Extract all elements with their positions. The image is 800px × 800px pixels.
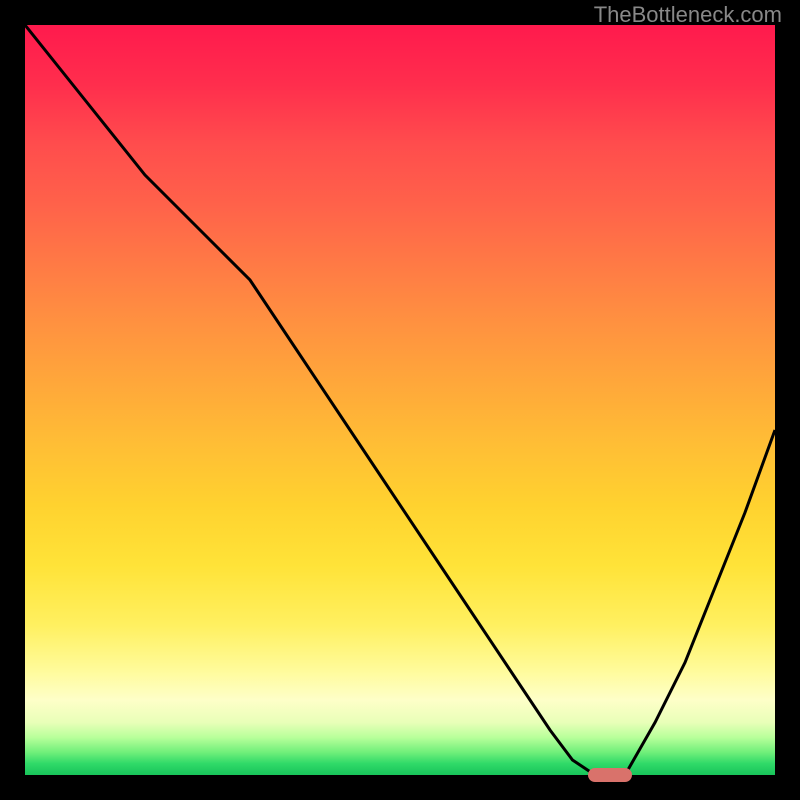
curve-line (25, 25, 775, 775)
curve-svg (25, 25, 775, 775)
optimal-marker (588, 768, 632, 782)
watermark-text: TheBottleneck.com (594, 2, 782, 28)
plot-area (25, 25, 775, 775)
